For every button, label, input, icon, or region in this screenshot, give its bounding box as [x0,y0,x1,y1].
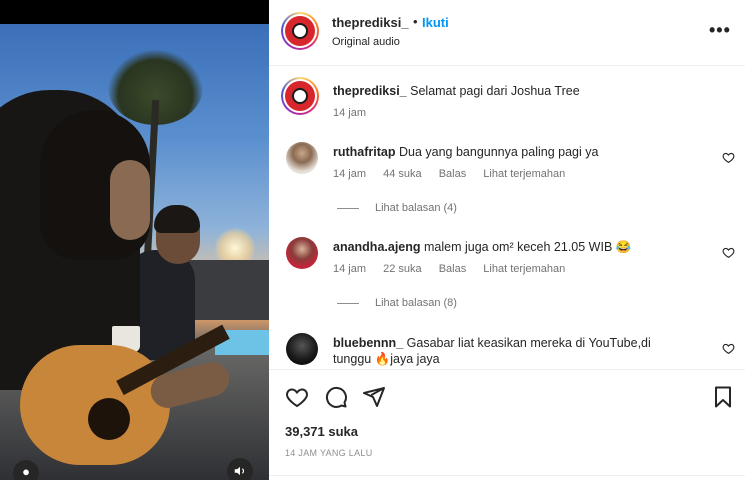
caption-body: Selamat pagi dari Joshua Tree [410,84,580,98]
like-heart-icon[interactable] [285,385,309,409]
caption-avatar[interactable] [281,77,319,115]
comment-body: Gasabar liat keasikan mereka di YouTube,… [406,336,651,350]
follow-button[interactable]: Ikuti [422,15,449,30]
caption-meta: 14 jam [333,107,380,119]
comment-username[interactable]: ruthafritap [333,145,396,159]
comment-avatar[interactable] [286,142,318,174]
post-timestamp[interactable]: 14 JAM YANG LALU [285,448,373,458]
comment-likes[interactable]: 44 suka [383,168,422,180]
save-bookmark-icon[interactable] [711,385,735,409]
comment-like-icon[interactable] [722,246,735,259]
comment-avatar[interactable] [286,237,318,269]
share-send-icon[interactable] [362,385,386,409]
person-left-face [110,160,150,240]
comment-body-line2: tunggu 🔥jaya jaya [333,352,440,366]
comment-text: bluebennn_ Gasabar liat keasikan mereka … [333,335,651,352]
reply-button[interactable]: Balas [439,168,467,180]
more-options-icon[interactable]: ••• [709,20,731,41]
caption-text: theprediksi_ Selamat pagi dari Joshua Tr… [333,83,580,100]
view-replies-label: Lihat balasan (8) [375,297,457,309]
guitar-soundhole [88,398,130,440]
caption-username[interactable]: theprediksi_ [333,84,407,98]
sound-icon[interactable] [227,458,253,480]
author-username[interactable]: theprediksi_ [332,15,409,30]
comment-body: Dua yang bangunnya paling pagi ya [398,145,599,159]
author-avatar[interactable] [281,12,319,50]
post-header: theprediksi_ • Ikuti Original audio ••• [269,0,745,66]
separator-dot: • [413,14,418,29]
comment-like-icon[interactable] [722,151,735,164]
likes-count[interactable]: 39,371 suka [285,424,358,439]
view-replies-button[interactable]: Lihat balasan (4) [337,202,457,214]
comment-avatar[interactable] [286,333,318,365]
tagged-users-icon[interactable]: ● [13,460,39,480]
replies-line [337,302,359,304]
comment-meta: 14 jam 44 suka Balas Lihat terjemahan [333,168,579,180]
post-video[interactable]: ● [0,0,269,480]
comment-meta: 14 jam 22 suka Balas Lihat terjemahan [333,263,579,275]
audio-label[interactable]: Original audio [332,36,400,48]
post-actions: 39,371 suka 14 JAM YANG LALU [269,369,745,480]
caption-time: 14 jam [333,107,367,119]
comment-username[interactable]: bluebennn_ [333,336,403,350]
translate-button[interactable]: Lihat terjemahan [483,263,565,275]
reply-button[interactable]: Balas [439,263,467,275]
view-replies-label: Lihat balasan (4) [375,202,457,214]
comment-likes[interactable]: 22 suka [383,263,422,275]
comment-time: 14 jam [333,168,367,180]
replies-line [337,207,359,209]
divider [269,475,745,476]
video-top-bar [0,0,269,24]
comments-list[interactable]: theprediksi_ Selamat pagi dari Joshua Tr… [269,67,745,369]
translate-button[interactable]: Lihat terjemahan [483,168,565,180]
post-viewer: ● theprediksi_ • Ikuti Original audio ••… [0,0,745,480]
comment-body: malem juga om² keceh 21.05 WIB 😂 [424,240,632,254]
person-right-hair [154,205,200,233]
post-side-panel: theprediksi_ • Ikuti Original audio ••• … [269,0,745,480]
comment-like-icon[interactable] [722,342,735,355]
comment-username[interactable]: anandha.ajeng [333,240,421,254]
comment-text: ruthafritap Dua yang bangunnya paling pa… [333,144,598,161]
comment-bubble-icon[interactable] [324,385,348,409]
comment-text: anandha.ajeng malem juga om² keceh 21.05… [333,239,631,256]
comment-time: 14 jam [333,263,367,275]
comment-text-continued: tunggu 🔥jaya jaya [333,351,440,368]
view-replies-button[interactable]: Lihat balasan (8) [337,297,457,309]
